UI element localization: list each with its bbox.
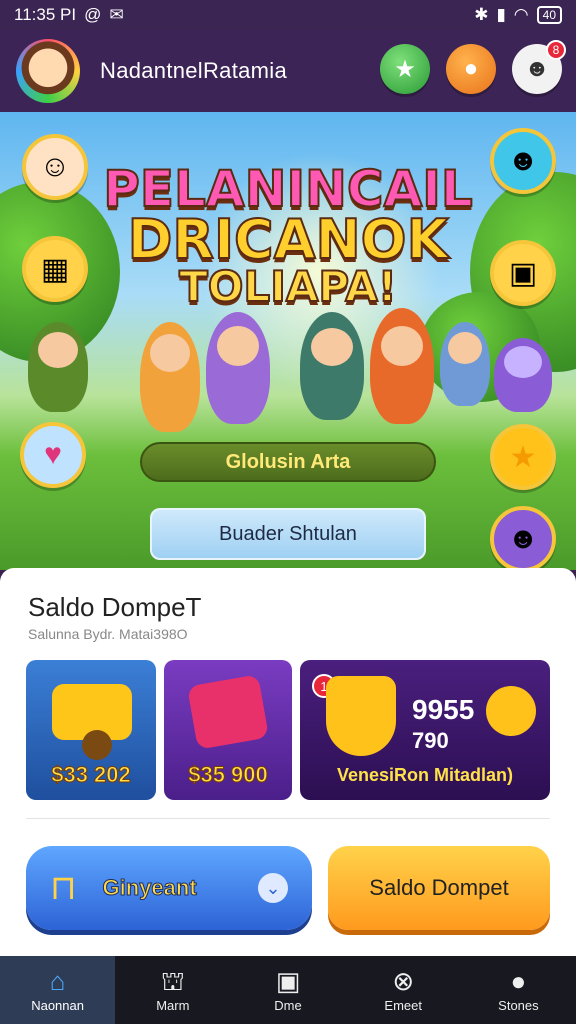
coin-icon	[486, 686, 536, 736]
nav-item-profile[interactable]: ● Stones	[461, 956, 576, 1024]
treasure-chest-icon[interactable]: ▣	[490, 240, 556, 306]
character-girl-pink	[206, 312, 270, 424]
ginyeant-label: Ginyeant	[102, 875, 197, 901]
nav-item-store[interactable]: ⛫ Marm	[115, 956, 230, 1024]
app-header: NadantnelRatamia ★ ● ☻ 8	[0, 30, 576, 112]
divider	[26, 818, 550, 819]
wifi-icon: ◠	[513, 5, 529, 24]
alien-icon[interactable]: ☻	[490, 128, 556, 194]
battery-level: 40	[542, 8, 556, 22]
product-tile-gift-box[interactable]: $35 900	[164, 660, 292, 800]
character-boy-green-hair	[370, 308, 434, 424]
nav-label: Emeet	[384, 997, 422, 1013]
nav-item-card[interactable]: ▣ Dme	[230, 956, 345, 1024]
tile-amount-2: 790	[412, 728, 449, 753]
bluetooth-icon: ✱	[474, 5, 489, 24]
wallet-card: Saldo DompeT Salunna Bydr. Matai398O $33…	[0, 568, 576, 956]
tile-price: $33 202	[51, 762, 132, 788]
nav-item-home[interactable]: ⌂ Naonnan	[0, 956, 116, 1024]
product-tile-toy-car[interactable]: $33 202	[26, 660, 156, 800]
wheel-icon	[82, 730, 112, 760]
character-girl-brown	[140, 322, 200, 432]
notification-badge: 8	[546, 40, 566, 60]
nav-item-close[interactable]: ⊗ Emeet	[346, 956, 461, 1024]
character-elf	[440, 322, 490, 406]
tile-label: VenesiRon Mitadlan)	[336, 765, 514, 785]
status-bar: 11:35 PI @ ✉ ✱ ▮ ◠ 40	[0, 0, 576, 30]
nav-label: Stones	[498, 997, 539, 1013]
gift-box-icon	[186, 674, 270, 750]
notification-icon: ✉	[109, 5, 124, 24]
hero-primary-button[interactable]: Glolusin Arta	[140, 442, 436, 482]
card-icon: ▣	[275, 965, 301, 996]
character-creature	[494, 338, 552, 412]
ginyeant-button[interactable]: ⊓ Ginyeant ⌄	[26, 846, 312, 930]
app-logo[interactable]	[16, 39, 80, 103]
product-tile-shield[interactable]: 1 9955 790 VenesiRon Mitadlan)	[300, 660, 550, 800]
chair-icon: ⊓	[50, 869, 77, 907]
star-icon: ★	[394, 55, 416, 83]
app-title: NadantnelRatamia	[100, 58, 288, 83]
gift-box-icon[interactable]: ▦	[22, 236, 88, 302]
hero-banner[interactable]: PELANINCAIL DRICANOK TOLIAPA! ☺ ☻ ▦ ▣ ♥ …	[0, 112, 576, 570]
profile-icon: ●	[510, 965, 527, 996]
gmail-icon: @	[84, 5, 102, 24]
mascot-icon: ☻	[524, 55, 550, 82]
rewards-button[interactable]: ★	[380, 44, 430, 94]
hero-secondary-button[interactable]: Buader Shtulan	[150, 508, 426, 560]
close-circle-icon: ⊗	[392, 965, 415, 996]
character-boy-green	[28, 322, 88, 412]
shield-icon	[326, 676, 396, 756]
notifications-button[interactable]: ☻ 8	[512, 40, 566, 94]
bottom-nav: ⌂ Naonnan ⛫ Marm ▣ Dme ⊗ Emeet ● Stones	[0, 956, 576, 1024]
nav-label: Naonnan	[31, 997, 84, 1013]
profile-button[interactable]: ●	[446, 44, 496, 94]
avatar-girl-icon[interactable]: ☺	[22, 134, 88, 200]
wallet-title: Saldo DompeT	[28, 592, 202, 622]
battery-icon: 40	[536, 6, 562, 24]
nav-label: Marm	[156, 997, 190, 1013]
wallet-subtitle: Salunna Bydr. Matai398O	[28, 626, 188, 642]
status-time: 11:35 PI	[14, 5, 77, 24]
nav-label: Dme	[274, 997, 302, 1013]
tile-price: $35 900	[188, 762, 269, 788]
monster-icon[interactable]: ☻	[490, 506, 556, 570]
saldo-dompet-button[interactable]: Saldo Dompet	[328, 846, 550, 930]
star-coin-icon[interactable]: ★	[490, 424, 556, 490]
signal-icon: ▮	[496, 5, 506, 24]
character-boy-cap	[300, 312, 364, 420]
home-icon: ⌂	[49, 965, 66, 996]
user-icon: ●	[463, 55, 479, 82]
heart-icon[interactable]: ♥	[20, 422, 86, 488]
chevron-down-icon: ⌄	[258, 873, 288, 903]
store-icon: ⛫	[160, 965, 185, 996]
tile-amount-1: 9955	[412, 694, 475, 725]
